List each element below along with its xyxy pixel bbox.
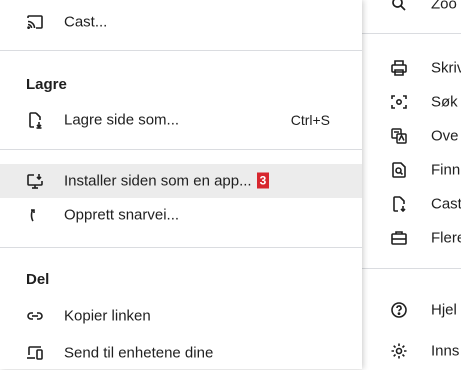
send-to-devices-menu-item[interactable]: Send til enhetene dine: [0, 336, 362, 370]
toolbox-icon: [390, 229, 408, 247]
zoom-menu-item[interactable]: Zoo: [362, 0, 461, 21]
save-and-share-submenu: Cast... Lagre Lagre side som... Ctrl+S I…: [0, 0, 362, 369]
find-menu-item[interactable]: Finn: [362, 153, 461, 187]
printer-icon: [390, 59, 408, 77]
create-shortcut-menu-item[interactable]: Opprett snarvei...: [0, 198, 362, 232]
install-app-icon: [26, 172, 44, 190]
send-to-devices-label: Send til enhetene dine: [64, 344, 214, 362]
settings-menu-item[interactable]: Inns: [362, 334, 461, 368]
divider: [0, 149, 362, 150]
save-page-as-menu-item[interactable]: Lagre side som... Ctrl+S: [0, 103, 362, 137]
divider: [0, 50, 362, 51]
find-in-page-icon: [390, 161, 408, 179]
share-section-heading: Del: [26, 271, 50, 288]
search-label: Søk: [431, 93, 458, 111]
print-label: Skriv: [431, 59, 461, 77]
find-label: Finn: [431, 161, 461, 179]
save-page-icon: [26, 111, 44, 129]
gear-icon: [390, 342, 408, 360]
translate-menu-item[interactable]: Ove: [362, 119, 461, 153]
help-icon: [390, 301, 408, 319]
main-browser-menu: Zoo Skriv Søk Ove Finn Cast Fler Hjel In…: [362, 0, 461, 369]
create-shortcut-label: Opprett snarvei...: [64, 206, 180, 224]
save-page-icon: [390, 195, 408, 213]
help-menu-item[interactable]: Hjel: [362, 293, 461, 327]
zoom-icon: [390, 0, 408, 13]
shortcut-arrow-icon: [26, 206, 44, 224]
save-page-shortcut: Ctrl+S: [290, 112, 330, 128]
step-number-badge: 3: [256, 172, 270, 189]
divider: [362, 33, 461, 34]
cast-menu-item[interactable]: Cast...: [0, 5, 362, 39]
more-tools-label: Flere: [431, 229, 461, 247]
zoom-label: Zoo: [431, 0, 457, 13]
divider: [0, 247, 362, 248]
install-as-app-label: Installer siden som en app... 3: [64, 172, 270, 190]
lens-icon: [390, 93, 408, 111]
cast-label: Cast...: [64, 13, 108, 31]
settings-label: Inns: [431, 342, 460, 360]
cast-save-share-menu-item[interactable]: Cast: [362, 187, 461, 221]
search-with-image-menu-item[interactable]: Søk: [362, 85, 461, 119]
link-icon: [26, 307, 44, 325]
cast-save-share-label: Cast: [431, 195, 461, 213]
install-as-app-menu-item[interactable]: Installer siden som en app... 3: [0, 164, 362, 198]
install-as-app-text: Installer siden som en app...: [64, 172, 252, 190]
copy-link-menu-item[interactable]: Kopier linken: [0, 299, 362, 333]
save-section-heading: Lagre: [26, 76, 67, 93]
copy-link-label: Kopier linken: [64, 307, 151, 325]
help-label: Hjel: [431, 301, 457, 319]
divider: [362, 268, 461, 269]
translate-icon: [390, 127, 408, 145]
save-page-as-label: Lagre side som...: [64, 111, 180, 129]
devices-icon: [26, 344, 44, 362]
print-menu-item[interactable]: Skriv: [362, 51, 461, 85]
translate-label: Ove: [431, 127, 459, 145]
more-tools-menu-item[interactable]: Flere: [362, 221, 461, 255]
cast-icon: [26, 13, 44, 31]
